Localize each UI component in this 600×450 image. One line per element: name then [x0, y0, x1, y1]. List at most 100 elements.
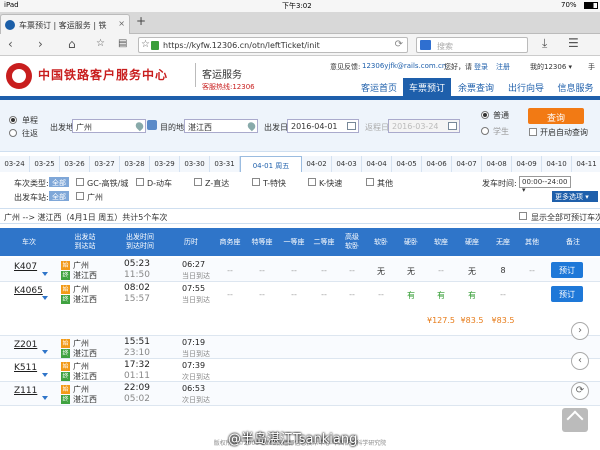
train-type-checkbox-5[interactable] [366, 178, 374, 186]
train-type-checkbox-2[interactable] [194, 178, 202, 186]
calendar-icon[interactable] [448, 122, 457, 130]
train-type-checkbox-3[interactable] [252, 178, 260, 186]
expand-arrow-icon[interactable] [42, 272, 48, 276]
expand-arrow-icon[interactable] [42, 373, 48, 377]
prev-page-icon[interactable]: ‹ [571, 352, 589, 370]
train-type-checkbox-1[interactable] [136, 178, 144, 186]
return-date-input[interactable]: 2016-03-24 [388, 119, 460, 133]
query-button[interactable]: 查询 [528, 108, 584, 124]
date-tab-03-31[interactable]: 03-31 [210, 156, 240, 172]
swap-stations-icon[interactable] [147, 120, 157, 130]
nav-ticket-booking[interactable]: 车票预订 [403, 78, 451, 96]
tab-ticket-booking[interactable]: 车票预订 | 客运服务 | 铁 × [0, 14, 130, 34]
refresh-icon[interactable]: ⟳ [571, 382, 589, 400]
col-header-2[interactable]: 出发时间 到达时间 [112, 228, 168, 256]
from-input[interactable]: 广州 [72, 119, 146, 133]
menu-icon[interactable]: ☰ [568, 36, 579, 50]
oneway-radio[interactable] [9, 116, 17, 124]
close-tab-icon[interactable]: × [118, 19, 125, 28]
date-tab-04-06[interactable]: 04-06 [422, 156, 452, 172]
date-tab-04-08[interactable]: 04-08 [482, 156, 512, 172]
station-all-toggle[interactable]: 全部 [49, 191, 69, 201]
next-page-icon[interactable]: › [571, 322, 589, 340]
date-tab-03-28[interactable]: 03-28 [120, 156, 150, 172]
arrival-day: 次日到达 [182, 396, 210, 404]
date-tab-03-30[interactable]: 03-30 [180, 156, 210, 172]
normal-ticket-radio[interactable] [481, 111, 489, 119]
welcome-text: 您好，请 [444, 63, 472, 71]
reload-icon[interactable]: ⟳ [395, 39, 403, 50]
col-header-3[interactable]: 历时 [168, 228, 214, 256]
date-tab-04-07[interactable]: 04-07 [452, 156, 482, 172]
book-button[interactable]: 预订 [551, 262, 583, 278]
train-number-link[interactable]: K4065 [14, 286, 43, 296]
nav-home[interactable]: 客运首页 [355, 78, 403, 96]
date-tab-03-25[interactable]: 03-25 [30, 156, 60, 172]
start-station-icon: 始 [61, 285, 70, 294]
feedback-email-link[interactable]: 12306yjfk@rails.com.cn [362, 62, 446, 70]
date-tab-04-05[interactable]: 04-05 [392, 156, 422, 172]
student-ticket-radio[interactable] [481, 127, 489, 135]
train-number-link[interactable]: K511 [14, 363, 37, 373]
bookmark-star-icon[interactable]: ☆ [141, 39, 150, 50]
roundtrip-radio[interactable] [9, 129, 17, 137]
new-tab-button[interactable]: + [136, 14, 146, 28]
train-type-checkbox-0[interactable] [76, 178, 84, 186]
date-tab-03-27[interactable]: 03-27 [90, 156, 120, 172]
home-icon[interactable]: ⌂ [68, 37, 76, 51]
from-label: 出发地 [50, 123, 74, 132]
date-tab-04-11[interactable]: 04-11 [572, 156, 600, 172]
train-type-label: 车次类型: [14, 179, 49, 188]
train-number-link[interactable]: K407 [14, 262, 37, 272]
expand-arrow-icon[interactable] [42, 350, 48, 354]
login-link[interactable]: 登录 [474, 62, 488, 72]
date-tab-03-24[interactable]: 03-24 [0, 156, 30, 172]
date-tab-04-02[interactable]: 04-02 [302, 156, 332, 172]
departure-time-select[interactable]: 00:00--24:00 ▾ [519, 176, 571, 194]
date-tab-04-04[interactable]: 04-04 [362, 156, 392, 172]
book-button[interactable]: 预订 [551, 286, 583, 302]
calendar-icon[interactable] [347, 122, 356, 130]
duration: 06:53 [182, 384, 206, 393]
nav-travel-guide[interactable]: 出行向导 [501, 78, 551, 96]
duration: 07:55 [182, 284, 206, 293]
date-tab-03-29[interactable]: 03-29 [150, 156, 180, 172]
search-field[interactable]: 搜索 [416, 37, 528, 53]
forward-icon[interactable]: › [38, 37, 43, 51]
download-icon[interactable]: ⤓ [542, 36, 547, 51]
date-input[interactable]: 2016-04-01 [287, 119, 359, 133]
date-tab-04-09[interactable]: 04-09 [512, 156, 542, 172]
search-engine-icon[interactable] [420, 40, 431, 50]
show-all-checkbox[interactable] [519, 212, 527, 220]
station-guangzhou-checkbox[interactable] [76, 192, 84, 200]
date-tab-03-26[interactable]: 03-26 [60, 156, 90, 172]
mobile-link[interactable]: 手 [588, 62, 595, 72]
date-tab-04-03[interactable]: 04-03 [332, 156, 362, 172]
col-header-1[interactable]: 出发站 到达站 [58, 228, 112, 256]
date-tab-04-10[interactable]: 04-10 [542, 156, 572, 172]
expand-arrow-icon[interactable] [42, 396, 48, 400]
url-field[interactable]: ☆ https://kyfw.12306.cn/otn/leftTicket/i… [138, 37, 408, 53]
back-icon[interactable]: ‹ [8, 37, 13, 51]
to-input[interactable]: 湛江西 [184, 119, 258, 133]
reader-icon[interactable]: ▤ [118, 38, 127, 49]
date-tab-04-01[interactable]: 04-01 周五 [240, 156, 302, 172]
location-pin-icon [246, 120, 257, 132]
seat-availability: -- [500, 290, 506, 299]
train-number-link[interactable]: Z111 [14, 386, 37, 396]
nav-info-service[interactable]: 信息服务 [551, 78, 600, 96]
train-number-link[interactable]: Z201 [14, 340, 37, 350]
more-options-button[interactable]: 更多选项 ▾ [552, 191, 598, 202]
my12306-menu[interactable]: 我的12306 ▾ [530, 62, 572, 72]
from-value: 广州 [76, 123, 92, 132]
train-type-all-toggle[interactable]: 全部 [49, 177, 69, 187]
train-type-checkbox-4[interactable] [308, 178, 316, 186]
expand-arrow-icon[interactable] [42, 296, 48, 300]
auto-query-checkbox[interactable] [529, 128, 537, 136]
register-link[interactable]: 注册 [496, 62, 510, 72]
device-label: iPad [4, 1, 19, 9]
bookmarks-icon[interactable]: ☆ [96, 38, 105, 49]
scroll-to-top-icon[interactable] [562, 408, 588, 432]
railway-logo-icon[interactable] [6, 63, 32, 89]
nav-ticket-query[interactable]: 余票查询 [451, 78, 501, 96]
